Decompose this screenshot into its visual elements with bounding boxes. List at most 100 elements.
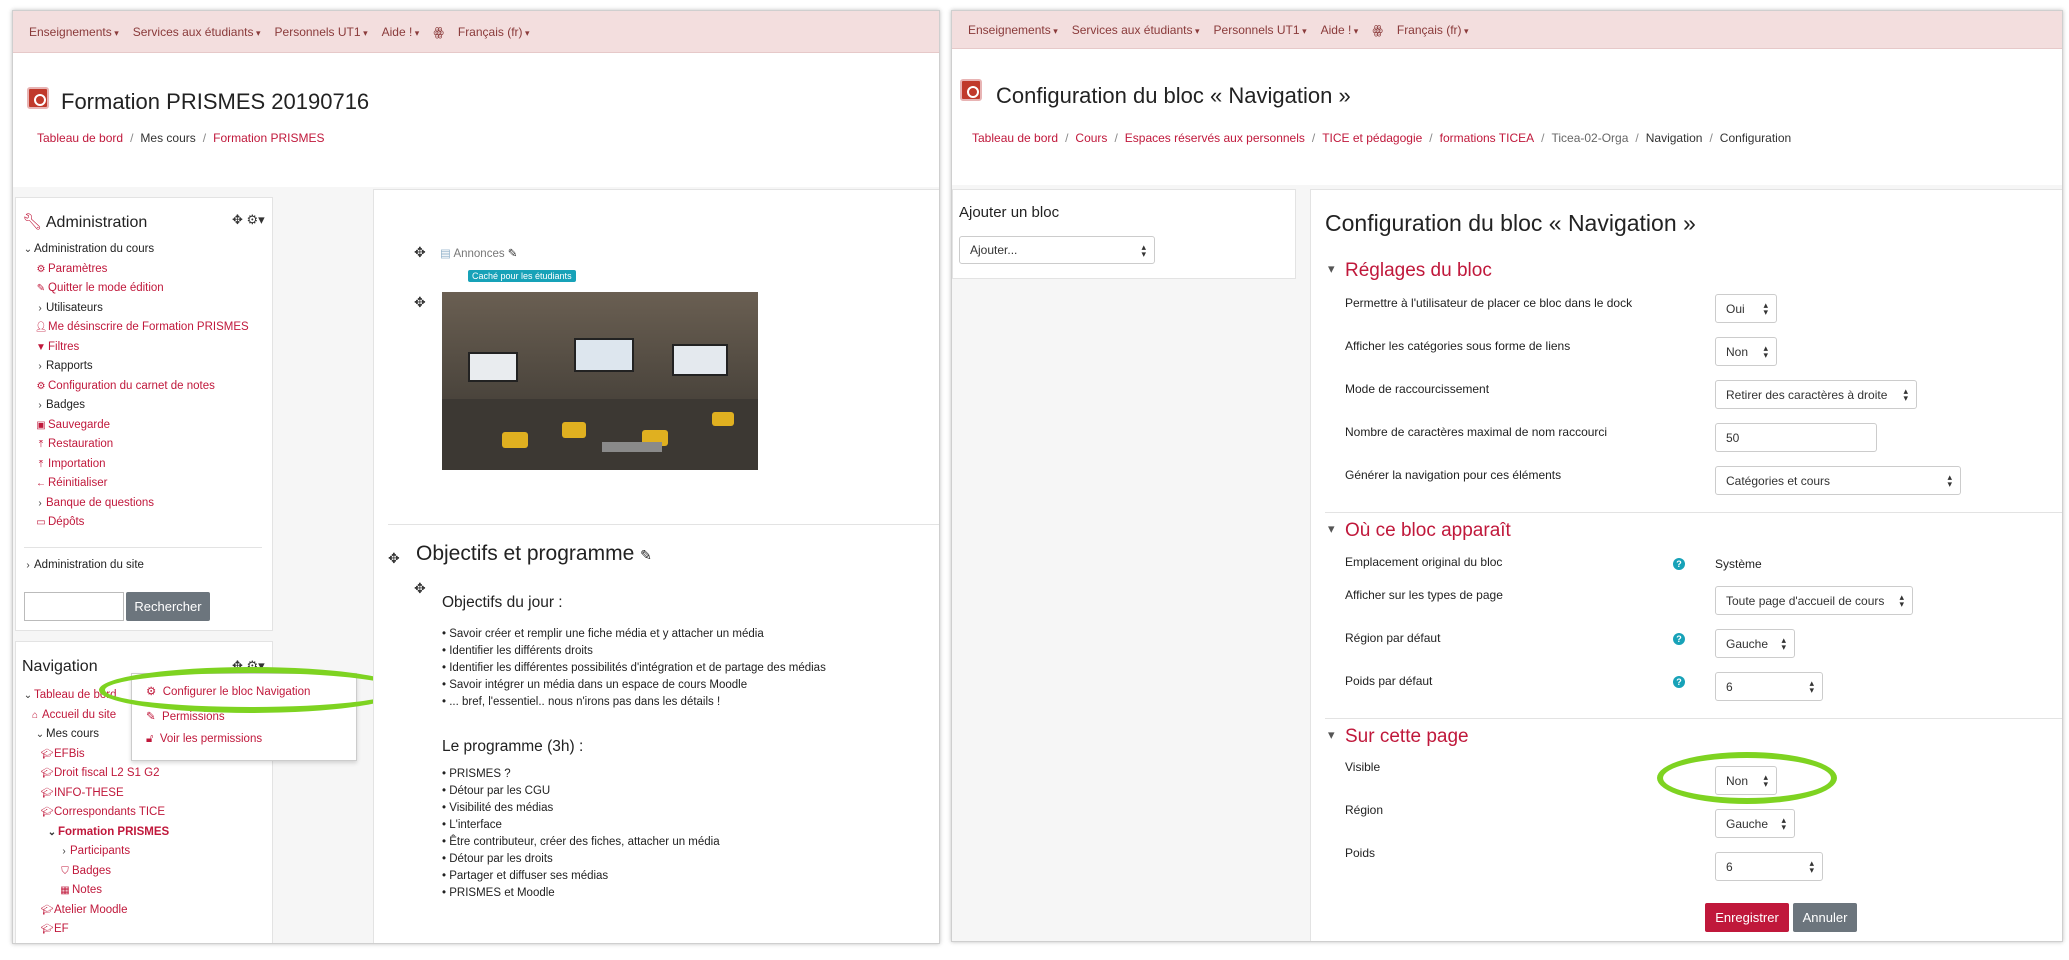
right-screenshot: Enseignements Services aux étudiants Per… <box>951 10 2063 942</box>
breadcrumb-dashboard[interactable]: Tableau de bord <box>37 131 123 145</box>
graduation-cap-icon: 🎓︎ <box>40 904 54 916</box>
block-controls[interactable]: ✥ ⚙▾ <box>232 212 265 228</box>
help-icon[interactable]: ? <box>1673 676 1685 688</box>
tree-item[interactable]: ⤒ Importation <box>22 455 249 475</box>
default-weight-select[interactable]: 6 ▴ ▾ <box>1715 672 1823 701</box>
tree-item[interactable]: 🎓︎INFO-THESE <box>22 784 169 804</box>
tree-item[interactable]: › Badges <box>22 396 249 416</box>
shield-icon: ⛉ <box>61 865 69 877</box>
category-links-select[interactable]: Non ▴ ▾ <box>1715 337 1777 366</box>
menu-language[interactable]: Français (fr) <box>1397 23 1469 37</box>
tree-item[interactable]: 👤︎Me désinscrire de Formation PRISMES <box>22 318 249 338</box>
block-controls[interactable]: ✥ ⚙▾ <box>232 658 265 674</box>
breadcrumb-course[interactable]: Formation PRISMES <box>213 131 324 145</box>
config-form: Configuration du bloc « Navigation » Rég… <box>1310 189 2062 941</box>
tree-item[interactable]: ▭ Dépôts <box>22 513 249 533</box>
section-on-this-page[interactable]: Sur cette page <box>1328 726 1469 748</box>
page-title: Formation PRISMES 20190716 <box>61 89 370 114</box>
dock-select[interactable]: Oui ▴ ▾ <box>1715 294 1777 323</box>
tree-item[interactable]: 🎓︎Atelier Moodle <box>22 901 169 921</box>
breadcrumb-courses[interactable]: Cours <box>1075 131 1107 145</box>
tree-item[interactable]: ▣ Sauvegarde <box>22 416 249 436</box>
table-icon: ▦ <box>60 885 70 896</box>
tree-item[interactable]: ⚙ Configuration du carnet de notes <box>22 377 249 397</box>
list-item: Partager et diffuser ses médias <box>442 868 720 885</box>
breadcrumb-ticea[interactable]: formations TICEA <box>1440 131 1534 145</box>
menu-enseignements[interactable]: Enseignements <box>968 23 1058 37</box>
breadcrumb-navigation[interactable]: Navigation <box>1646 131 1703 145</box>
menu-permissions[interactable]: ✎ Permissions <box>146 709 225 723</box>
generate-nav-select[interactable]: Catégories et cours ▴ ▾ <box>1715 466 1961 495</box>
menu-language[interactable]: Français (fr) <box>458 25 530 39</box>
add-block-select[interactable]: Ajouter... ▴ ▾ <box>959 236 1155 264</box>
menu-personnels[interactable]: Personnels UT1 <box>275 25 368 39</box>
pencil-icon: ✎ <box>640 547 652 563</box>
tree-item[interactable]: › Administration du site <box>22 556 144 576</box>
breadcrumb-tice[interactable]: TICE et pédagogie <box>1322 131 1422 145</box>
save-button[interactable]: Enregistrer <box>1705 903 1789 932</box>
tree-item[interactable]: ⚙ Paramètres <box>22 260 249 280</box>
tree-item[interactable]: 🎓︎EF <box>22 920 169 940</box>
language-glyph-icon[interactable]: ꙮ <box>1372 23 1383 37</box>
page-types-select[interactable]: Toute page d'accueil de cours ▴ ▾ <box>1715 586 1913 615</box>
tree-item[interactable]: ▼ Filtres <box>22 338 249 358</box>
tree-item[interactable]: ▦ Notes <box>22 881 169 901</box>
menu-aide[interactable]: Aide ! <box>1321 23 1359 37</box>
admin-search-input[interactable] <box>24 592 124 621</box>
tree-item[interactable]: ← Réinitialiser <box>22 474 249 494</box>
menu-view-permissions[interactable]: 🔓︎ Voir les permissions <box>146 733 262 746</box>
cancel-button[interactable]: Annuler <box>1793 903 1857 932</box>
breadcrumb-my-courses[interactable]: Mes cours <box>140 131 195 145</box>
section-where-appears[interactable]: Où ce bloc apparaît <box>1328 520 1511 542</box>
breadcrumb-dashboard[interactable]: Tableau de bord <box>972 131 1058 145</box>
move-icon[interactable]: ✥ <box>414 580 426 597</box>
max-chars-input[interactable]: 50 <box>1715 423 1877 452</box>
trim-mode-select[interactable]: Retirer des caractères à droite ▴ ▾ <box>1715 380 1917 409</box>
menu-configure-navigation[interactable]: ⚙ Configurer le bloc Navigation <box>146 684 310 698</box>
tree-item[interactable]: 🎓︎Droit fiscal L2 S1 G2 <box>22 764 169 784</box>
menu-enseignements[interactable]: Enseignements <box>29 25 119 39</box>
graduation-cap-icon: 🎓︎ <box>40 924 54 935</box>
move-icon[interactable]: ✥ <box>414 244 426 261</box>
section-block-settings[interactable]: Réglages du bloc <box>1328 260 1492 282</box>
tree-item[interactable]: ⛉ Badges <box>22 862 169 882</box>
default-region-select[interactable]: Gauche ▴ ▾ <box>1715 629 1795 658</box>
dock-label: Permettre à l'utilisateur de placer ce b… <box>1345 296 1633 310</box>
menu-services-etudiants[interactable]: Services aux étudiants <box>133 25 261 39</box>
menu-aide[interactable]: Aide ! <box>382 25 420 39</box>
breadcrumb-staff-spaces[interactable]: Espaces réservés aux personnels <box>1125 131 1305 145</box>
breadcrumb: Tableau de bord / Cours / Espaces réservés a… <box>972 131 1792 145</box>
forum-annonces[interactable]: ▤ Annonces ✎ <box>440 246 517 260</box>
menu-services-etudiants[interactable]: Services aux étudiants <box>1072 23 1200 37</box>
move-icon[interactable]: ✥ <box>388 550 400 567</box>
tree-item[interactable]: ⤒ Restauration <box>22 435 249 455</box>
page-types-label: Afficher sur les types de page <box>1345 588 1503 602</box>
tree-item[interactable]: ⌄ Formation PRISMES <box>22 823 169 843</box>
tree-item[interactable]: ⌄ Administration du cours <box>22 240 249 260</box>
search-button[interactable]: Rechercher <box>126 592 210 621</box>
region-select[interactable]: Gauche ▴ ▾ <box>1715 809 1795 838</box>
page-header: Configuration du bloc « Navigation » Tab… <box>952 49 2062 185</box>
visible-select[interactable]: Non ▴ ▾ <box>1715 766 1777 795</box>
max-chars-label: Nombre de caractères maximal de nom racc… <box>1345 425 1608 439</box>
tree-item[interactable]: ✎ Quitter le mode édition <box>22 279 249 299</box>
breadcrumb-ticea-orga[interactable]: Ticea-02-Orga <box>1551 131 1628 145</box>
tree-item[interactable]: › Utilisateurs <box>22 299 249 319</box>
weight-select[interactable]: 6 ▴ ▾ <box>1715 852 1823 881</box>
list-item: L'interface <box>442 817 720 834</box>
top-navbar: Enseignements Services aux étudiants Per… <box>952 11 2062 49</box>
top-navbar: Enseignements Services aux étudiants Per… <box>13 11 939 53</box>
list-item: PRISMES ? <box>442 766 720 783</box>
tree-item[interactable]: › Banque de questions <box>22 494 249 514</box>
tree-item[interactable]: › Participants <box>22 842 169 862</box>
list-item: PRISMES et Moodle <box>442 885 720 902</box>
menu-personnels[interactable]: Personnels UT1 <box>1214 23 1307 37</box>
language-glyph-icon[interactable]: ꙮ <box>433 25 444 39</box>
select-arrows-icon: ▴ ▾ <box>1763 343 1768 360</box>
help-icon[interactable]: ? <box>1673 558 1685 570</box>
tree-item[interactable]: 🎓︎Correspondants TICE <box>22 803 169 823</box>
tree-item[interactable]: › Rapports <box>22 357 249 377</box>
help-icon[interactable]: ? <box>1673 633 1685 645</box>
default-region-label: Région par défaut <box>1345 631 1441 645</box>
move-icon[interactable]: ✥ <box>414 294 426 311</box>
